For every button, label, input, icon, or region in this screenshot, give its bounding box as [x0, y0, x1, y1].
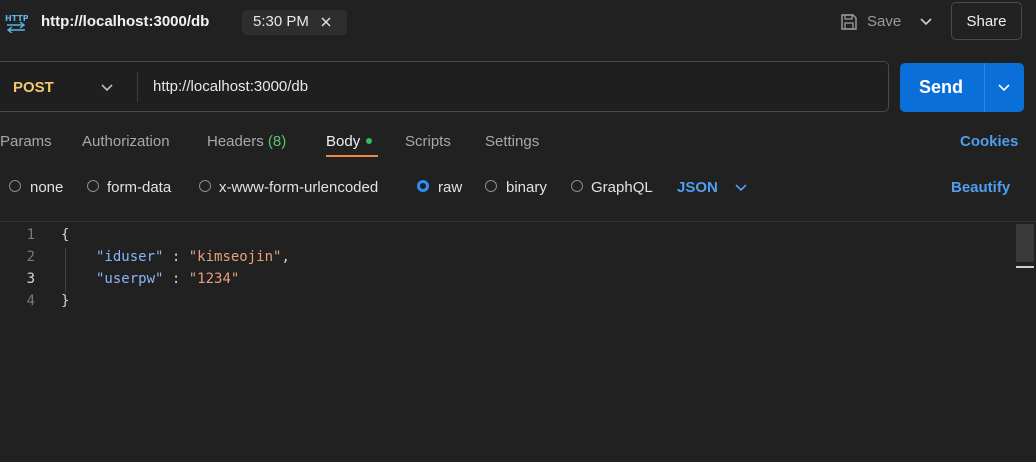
- tab-headers-label: Headers: [207, 133, 264, 150]
- code-editor[interactable]: 1 { 2 "iduser" : "kimseojin", 3 "userpw"…: [0, 222, 1036, 462]
- request-tab[interactable]: 5:30 PM: [242, 10, 347, 35]
- active-tab-underline: [326, 155, 378, 157]
- url-input[interactable]: http://localhost:3000/db: [153, 78, 308, 95]
- indent-guide: [65, 248, 66, 292]
- radio-graphql[interactable]: [571, 180, 583, 192]
- body-mode-options: none form-data x-www-form-urlencoded raw…: [0, 174, 1036, 200]
- chevron-down-icon[interactable]: [100, 83, 114, 93]
- top-bar: HTTP http://localhost:3000/db 5:30 PM Sa…: [0, 0, 1036, 44]
- body-modified-dot: [366, 138, 373, 145]
- close-icon[interactable]: [320, 16, 332, 28]
- json-comma: ,: [281, 249, 290, 265]
- line-number: 1: [26, 227, 35, 243]
- open-brace: {: [61, 227, 70, 243]
- option-raw-label[interactable]: raw: [438, 179, 462, 196]
- tab-authorization[interactable]: Authorization: [82, 133, 170, 150]
- share-button[interactable]: Share: [951, 2, 1022, 40]
- line-number: 4: [26, 293, 35, 309]
- close-brace: }: [61, 293, 70, 309]
- tab-settings[interactable]: Settings: [485, 133, 539, 150]
- tab-scripts[interactable]: Scripts: [405, 133, 451, 150]
- option-graphql-label[interactable]: GraphQL: [591, 179, 653, 196]
- chevron-down-icon[interactable]: [734, 183, 748, 193]
- option-urlencoded-label[interactable]: x-www-form-urlencoded: [219, 179, 378, 196]
- radio-form-data[interactable]: [87, 180, 99, 192]
- cookies-link[interactable]: Cookies: [960, 133, 1018, 150]
- scrollbar-cursor-marker: [1016, 266, 1034, 268]
- tab-time: 5:30 PM: [253, 13, 309, 30]
- editor-line: 1 {: [0, 224, 1010, 246]
- tab-headers[interactable]: Headers (8): [207, 133, 286, 150]
- option-form-data-label[interactable]: form-data: [107, 179, 171, 196]
- url-divider: [137, 72, 138, 102]
- save-button[interactable]: Save: [867, 13, 901, 30]
- svg-text:HTTP: HTTP: [5, 14, 28, 23]
- request-tabs: Params Authorization Headers (8) Body Sc…: [0, 128, 1036, 158]
- send-button[interactable]: Send: [900, 63, 1024, 112]
- http-icon: HTTP: [5, 14, 28, 33]
- tab-params[interactable]: Params: [0, 133, 52, 150]
- code-line: "iduser" : "kimseojin",: [96, 249, 290, 265]
- editor-line: 3 "userpw" : "1234": [0, 268, 1010, 290]
- json-key: "iduser": [96, 249, 164, 265]
- url-bar: POST http://localhost:3000/db: [0, 61, 889, 112]
- headers-count: (8): [267, 133, 287, 150]
- request-title[interactable]: http://localhost:3000/db: [41, 13, 209, 30]
- send-divider: [984, 63, 985, 112]
- radio-raw[interactable]: [417, 180, 429, 192]
- json-value: "1234": [188, 271, 240, 287]
- radio-urlencoded[interactable]: [199, 180, 211, 192]
- option-binary-label[interactable]: binary: [506, 179, 547, 196]
- chevron-down-icon[interactable]: [919, 17, 933, 27]
- scrollbar-thumb[interactable]: [1016, 224, 1034, 262]
- radio-binary[interactable]: [485, 180, 497, 192]
- method-select[interactable]: POST: [13, 79, 54, 96]
- json-key: "userpw": [96, 271, 164, 287]
- option-none-label[interactable]: none: [30, 179, 63, 196]
- radio-none[interactable]: [9, 180, 21, 192]
- editor-line: 2 "iduser" : "kimseojin",: [0, 246, 1010, 268]
- beautify-button[interactable]: Beautify: [951, 179, 1010, 196]
- line-number: 3: [26, 271, 35, 287]
- json-value: "kimseojin": [188, 249, 282, 265]
- save-icon[interactable]: [839, 12, 859, 32]
- share-label: Share: [966, 13, 1007, 30]
- editor-line: 4 }: [0, 290, 1010, 312]
- tab-body[interactable]: Body: [326, 133, 373, 150]
- chevron-down-icon[interactable]: [997, 83, 1011, 93]
- line-number: 2: [26, 249, 35, 265]
- tab-body-label: Body: [326, 133, 361, 150]
- code-line: "userpw" : "1234": [96, 271, 240, 287]
- language-select[interactable]: JSON: [677, 179, 718, 196]
- send-label: Send: [919, 77, 964, 97]
